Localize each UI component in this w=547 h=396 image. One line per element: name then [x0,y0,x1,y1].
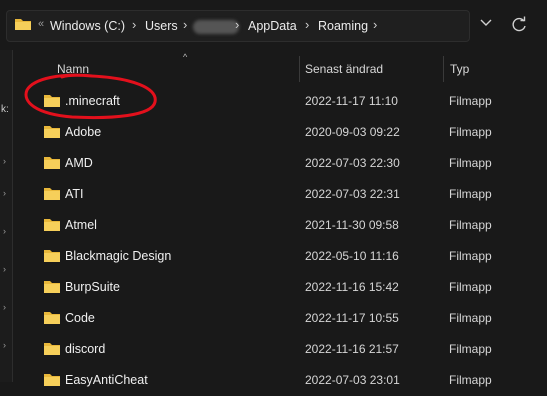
folder-icon [44,95,60,107]
file-type: Filmapp [449,218,492,232]
file-type: Filmapp [449,342,492,356]
folder-icon [44,126,60,138]
file-date-modified: 2022-05-10 11:16 [305,249,399,263]
file-row[interactable]: AMD 2022-07-03 22:30 Filmapp [13,148,547,179]
file-name[interactable]: Atmel [65,218,97,232]
breadcrumb-roaming[interactable]: Roaming [318,19,368,33]
breadcrumb-separator[interactable]: › [373,17,377,32]
column-divider[interactable] [299,56,300,82]
expand-chevron-icon[interactable]: › [3,188,6,198]
folder-icon [15,19,31,30]
folder-icon [44,188,60,200]
file-row[interactable]: .minecraft 2022-11-17 11:10 Filmapp [13,86,547,117]
file-name[interactable]: .minecraft [65,94,120,108]
breadcrumb-users[interactable]: Users [145,19,178,33]
column-date-modified[interactable]: Senast ändrad [305,62,383,76]
folder-icon [44,157,60,169]
column-name[interactable]: Namn [57,62,89,76]
file-name[interactable]: EasyAntiCheat [65,373,148,387]
file-name[interactable]: discord [65,342,105,356]
expand-chevron-icon[interactable]: › [3,156,6,166]
file-type: Filmapp [449,249,492,263]
column-header: ^ Namn Senast ändrad Typ [13,52,547,86]
file-date-modified: 2022-11-17 10:55 [305,311,399,325]
breadcrumb-windows-c[interactable]: Windows (C:) [50,19,125,33]
file-name[interactable]: Adobe [65,125,101,139]
address-bar[interactable]: « Windows (C:) › Users › › AppData › Roa… [6,10,470,42]
breadcrumb-separator[interactable]: › [183,17,187,32]
file-row[interactable]: Adobe 2020-09-03 09:22 Filmapp [13,117,547,148]
navigation-pane[interactable]: k: › › › › › › [0,50,13,382]
breadcrumb-separator[interactable]: › [132,17,136,32]
file-name[interactable]: ATI [65,187,84,201]
nav-pane-text[interactable]: k: [1,104,9,115]
file-date-modified: 2022-11-17 11:10 [305,94,398,108]
file-date-modified: 2021-11-30 09:58 [305,218,399,232]
breadcrumb-separator[interactable]: › [235,17,239,32]
file-row[interactable]: BurpSuite 2022-11-16 15:42 Filmapp [13,272,547,303]
folder-icon [44,312,60,324]
file-date-modified: 2022-11-16 21:57 [305,342,399,356]
file-name[interactable]: Blackmagic Design [65,249,171,263]
refresh-icon[interactable] [508,14,530,36]
sort-ascending-icon: ^ [183,52,188,62]
file-type: Filmapp [449,280,492,294]
file-date-modified: 2022-07-03 22:31 [305,187,400,201]
expand-chevron-icon[interactable]: › [3,340,6,350]
file-name[interactable]: AMD [65,156,93,170]
file-row[interactable]: Atmel 2021-11-30 09:58 Filmapp [13,210,547,241]
column-type[interactable]: Typ [450,62,469,76]
file-type: Filmapp [449,125,492,139]
expand-chevron-icon[interactable]: › [3,302,6,312]
file-row[interactable]: Blackmagic Design 2022-05-10 11:16 Filmapp [13,241,547,272]
file-type: Filmapp [449,187,492,201]
file-row[interactable]: EasyAntiCheat 2022-07-03 23:01 Filmapp [13,365,547,396]
folder-icon [44,281,60,293]
chevron-down-icon[interactable] [479,18,493,28]
folder-icon [44,343,60,355]
file-date-modified: 2020-09-03 09:22 [305,125,400,139]
file-name[interactable]: Code [65,311,95,325]
redacted-username[interactable] [193,20,239,34]
file-name[interactable]: BurpSuite [65,280,120,294]
file-date-modified: 2022-07-03 22:30 [305,156,400,170]
file-list: .minecraft 2022-11-17 11:10 Filmapp Adobe 20… [13,86,547,396]
file-type: Filmapp [449,94,492,108]
file-row[interactable]: discord 2022-11-16 21:57 Filmapp [13,334,547,365]
expand-chevron-icon[interactable]: › [3,226,6,236]
file-date-modified: 2022-07-03 23:01 [305,373,400,387]
file-type: Filmapp [449,311,492,325]
file-row[interactable]: Code 2022-11-17 10:55 Filmapp [13,303,547,334]
file-type: Filmapp [449,373,492,387]
file-type: Filmapp [449,156,492,170]
breadcrumb-appdata[interactable]: AppData [248,19,297,33]
breadcrumb-separator[interactable]: › [305,17,309,32]
overflow-crumb[interactable]: « [38,18,44,30]
folder-icon [44,250,60,262]
folder-icon [44,219,60,231]
file-date-modified: 2022-11-16 15:42 [305,280,399,294]
column-divider[interactable] [443,56,444,82]
folder-icon [44,374,60,386]
expand-chevron-icon[interactable]: › [3,264,6,274]
file-row[interactable]: ATI 2022-07-03 22:31 Filmapp [13,179,547,210]
